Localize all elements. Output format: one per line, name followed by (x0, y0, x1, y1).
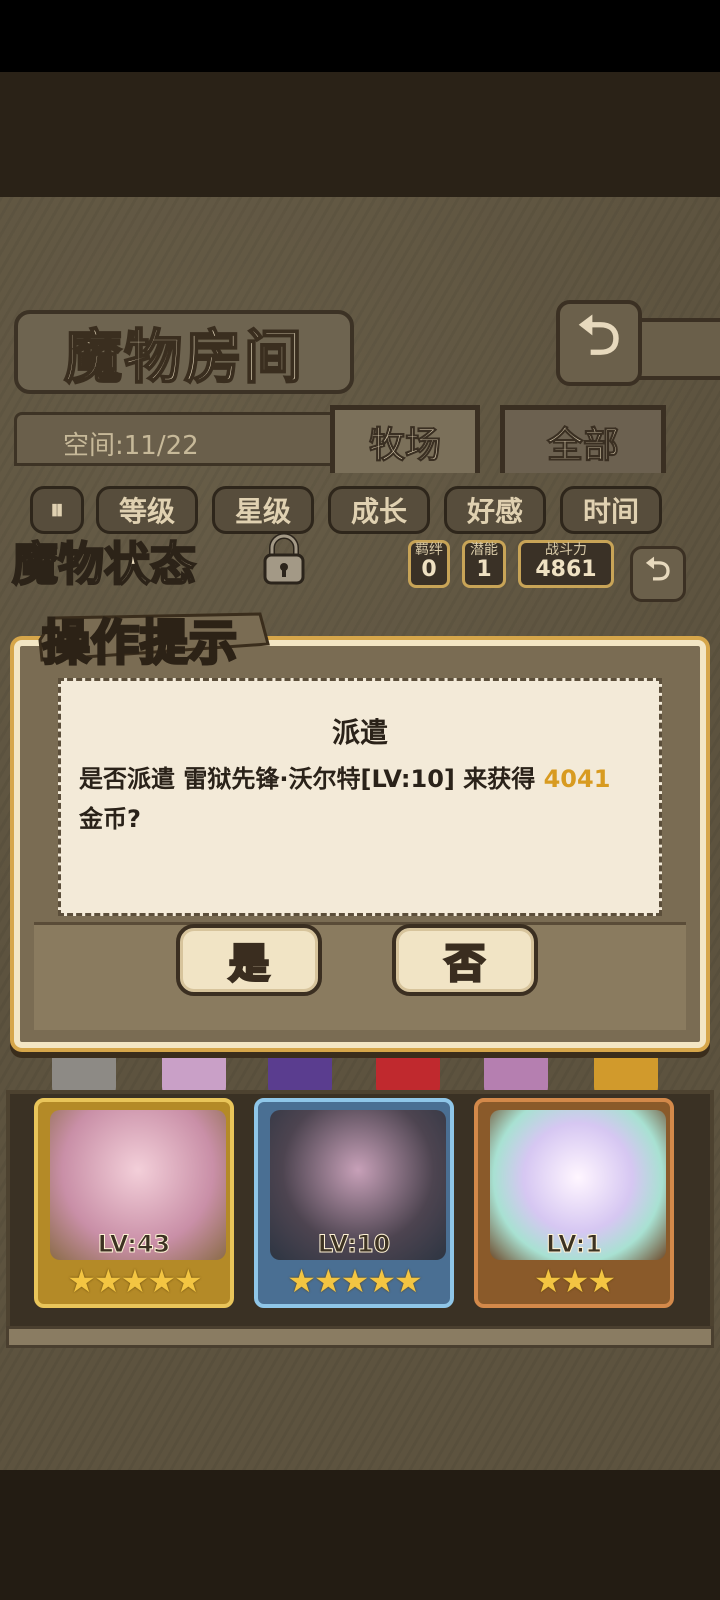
filter-label: 时间 (582, 495, 639, 528)
status-title: 魔物状态 (11, 536, 197, 592)
yes-button[interactable]: 是 (176, 924, 322, 996)
bottom-band (0, 1470, 720, 1600)
monster-stars: ★★★★★ (287, 1262, 422, 1300)
room-title: 魔物房间 (63, 322, 304, 392)
monster-card[interactable]: LV:1 ★★★ (474, 1098, 674, 1308)
status-bar (0, 0, 720, 72)
dialog-message-currency: 金币? (79, 805, 141, 833)
filter-label: 成长 (350, 495, 407, 528)
no-label: 否 (444, 939, 487, 989)
filter-stars[interactable]: 星级 (212, 486, 314, 534)
tab-all[interactable]: 全部 (500, 405, 666, 473)
stat-label: 战斗力 (545, 542, 587, 558)
bond-stat: 羁绊 0 (408, 540, 450, 588)
dialog-message-text: 是否派遣 雷狱先锋·沃尔特[LV:10] 来获得 (79, 765, 544, 793)
dialog-message: 是否派遣 雷狱先锋·沃尔特[LV:10] 来获得 4041 金币? (79, 759, 647, 839)
yes-label: 是 (228, 939, 271, 989)
filter-label: 等级 (118, 495, 175, 528)
filter-label: 星级 (234, 495, 291, 528)
room-title-plate: 魔物房间 (14, 310, 354, 394)
no-button[interactable]: 否 (392, 924, 538, 996)
top-band (0, 72, 720, 197)
filter-time[interactable]: 时间 (560, 486, 662, 534)
monster-level: LV:1 (546, 1230, 603, 1259)
dialog-heading: 派遣 (331, 716, 388, 749)
bottom-rail (6, 1326, 714, 1348)
monster-level: LV:43 (97, 1230, 171, 1259)
monster-card[interactable]: LV:10 ★★★★★ (254, 1098, 454, 1308)
dialog-paper: 派遣 是否派遣 雷狱先锋·沃尔特[LV:10] 来获得 4041 金币? (58, 678, 662, 916)
gold-amount: 4041 (543, 765, 611, 793)
stat-label: 羁绊 (415, 542, 443, 558)
return-arrow-icon: ⮌ (645, 550, 671, 588)
return-arrow-icon: ⮌ (577, 304, 621, 367)
capacity-label: 空间:11/22 (63, 431, 199, 461)
filter-affection[interactable]: 好感 (444, 486, 546, 534)
filter-level[interactable]: 等级 (96, 486, 198, 534)
stat-value: 4861 (535, 557, 597, 582)
filter-label: 好感 (466, 495, 523, 528)
monster-level: LV:10 (317, 1230, 391, 1259)
tab-label: 全部 (546, 424, 619, 466)
sort-toggle-button[interactable]: ⏸ (30, 486, 84, 534)
monster-stars: ★★★ (533, 1262, 616, 1300)
padlock-icon[interactable] (258, 532, 310, 586)
tab-label: 牧场 (368, 424, 441, 466)
power-stat: 战斗力 4861 (518, 540, 614, 588)
stat-value: 0 (421, 557, 437, 582)
filter-growth[interactable]: 成长 (328, 486, 430, 534)
stat-label: 潜能 (470, 542, 498, 558)
stat-value: 1 (476, 557, 492, 582)
tab-ranch[interactable]: 牧场 (330, 405, 480, 473)
monster-stars: ★★★★★ (67, 1262, 202, 1300)
status-back-button[interactable]: ⮌ (630, 546, 686, 602)
back-rail (632, 318, 720, 380)
confirm-dialog: 派遣 是否派遣 雷狱先锋·沃尔特[LV:10] 来获得 4041 金币? 是 否 (14, 640, 706, 1048)
potential-stat: 潜能 1 (462, 540, 506, 588)
capacity-bar: 空间:11/22 (14, 412, 334, 466)
monster-card[interactable]: LV:43 ★★★★★ (34, 1098, 234, 1308)
dialog-footer (34, 922, 686, 1030)
dialog-title: 操作提示 (40, 614, 239, 673)
back-button[interactable]: ⮌ (556, 300, 642, 386)
pause-sort-icon: ⏸ (49, 493, 64, 526)
